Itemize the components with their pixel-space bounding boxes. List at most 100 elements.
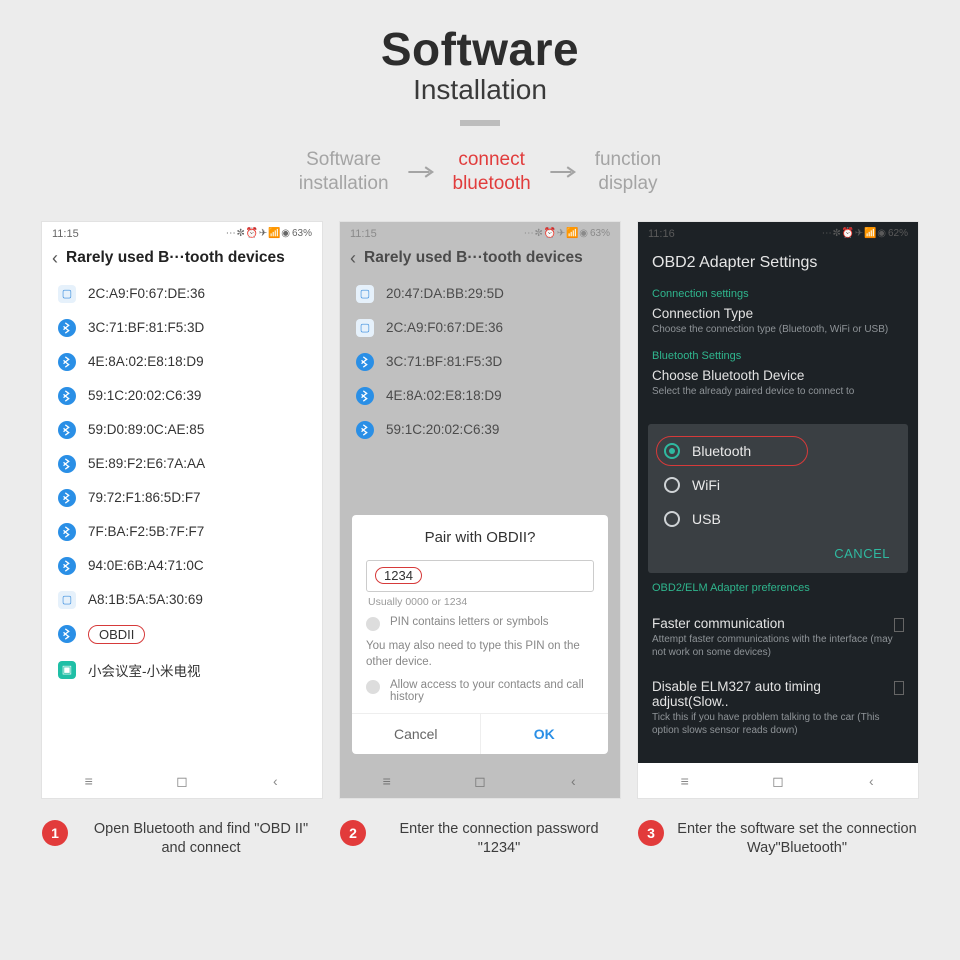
- radio-off-icon: [664, 477, 680, 493]
- ok-button[interactable]: OK: [481, 714, 609, 754]
- device-list: ▢2C:A9:F0:67:DE:36 3C:71:BF:81:F5:3D 4E:8A…: [42, 277, 322, 763]
- screen-title: Rarely used B···tooth devices: [364, 249, 583, 267]
- back-nav-icon[interactable]: ‹: [851, 773, 891, 789]
- android-nav: ≡ ◻ ‹: [340, 763, 620, 798]
- device-row[interactable]: 3C:71:BF:81:F5:3D: [340, 345, 620, 379]
- arrow-right-icon: [407, 164, 435, 180]
- device-name-highlight: OBDII: [88, 625, 145, 644]
- step-badge: 1: [42, 820, 68, 846]
- pref-faster-comm[interactable]: Faster communication Attempt faster comm…: [638, 604, 918, 667]
- device-name: 94:0E:6B:A4:71:0C: [88, 558, 204, 573]
- device-name: 7F:BA:F2:5B:7F:F7: [88, 524, 204, 539]
- clock: 11:16: [648, 228, 675, 240]
- screenshot-step-3: 11:16 ⋯ ✼ ⏰ ✈ 📶 ◉ 62% OBD2 Adapter Setti…: [638, 222, 918, 798]
- cancel-button[interactable]: CANCEL: [648, 536, 908, 573]
- device-row[interactable]: 4E:8A:02:E8:18:D9: [340, 379, 620, 413]
- device-name: 小会议室-小米电视: [88, 660, 201, 680]
- device-name: 59:D0:89:0C:AE:85: [88, 422, 204, 437]
- caption-step-1: 1 Open Bluetooth and find "OBD II" and c…: [42, 820, 322, 859]
- device-row[interactable]: ▣小会议室-小米电视: [42, 652, 322, 688]
- clock: 11:15: [52, 228, 79, 240]
- back-nav-icon[interactable]: ‹: [553, 773, 593, 789]
- device-row[interactable]: ▢ 20:47:DA:BB:29:5D: [340, 277, 620, 311]
- status-bar: 11:16 ⋯ ✼ ⏰ ✈ 📶 ◉ 62%: [638, 222, 918, 244]
- checkbox-icon[interactable]: [894, 618, 904, 632]
- option-bluetooth[interactable]: Bluetooth: [648, 434, 908, 468]
- breadcrumb-step-2: connect bluetooth: [453, 148, 531, 196]
- device-row[interactable]: 3C:71:BF:81:F5:3D: [42, 311, 322, 345]
- option-usb[interactable]: USB: [648, 502, 908, 536]
- device-row[interactable]: 7F:BA:F2:5B:7F:F7: [42, 515, 322, 549]
- status-icons: ⋯ ✼ ⏰ ✈ 📶 ◉ 63%: [524, 228, 610, 239]
- device-row[interactable]: 4E:8A:02:E8:18:D9: [42, 345, 322, 379]
- android-nav: ≡ ◻ ‹: [42, 763, 322, 798]
- device-row[interactable]: 59:D0:89:0C:AE:85: [42, 413, 322, 447]
- choose-bt-device[interactable]: Choose Bluetooth Device: [652, 368, 904, 383]
- radio-off-icon: [366, 680, 380, 694]
- bluetooth-icon: ▢: [356, 285, 374, 303]
- caption-text: Open Bluetooth and find "OBD II" and con…: [80, 820, 322, 859]
- device-row[interactable]: 59:1C:20:02:C6:39: [340, 413, 620, 447]
- screenshot-step-1: 11:15 ⋯ ✼ ⏰ ✈ 📶 ◉ 63% ‹ Rarely used B···…: [42, 222, 322, 798]
- breadcrumb: Software installation connect bluetooth …: [0, 148, 960, 196]
- recent-icon[interactable]: ≡: [69, 773, 109, 789]
- device-row[interactable]: 79:72:F1:86:5D:F7: [42, 481, 322, 515]
- option-wifi[interactable]: WiFi: [648, 468, 908, 502]
- bluetooth-icon: [356, 421, 374, 439]
- page-subtitle: Installation: [0, 74, 960, 106]
- dialog-title: Pair with OBDII?: [366, 529, 594, 546]
- section-preferences: OBD2/ELM Adapter preferences: [652, 582, 904, 594]
- recent-icon[interactable]: ≡: [665, 773, 705, 789]
- radio-on-icon: [664, 443, 680, 459]
- screen-title: Rarely used B···tooth devices: [66, 249, 285, 267]
- option-pin-letters[interactable]: PIN contains letters or symbols: [366, 616, 594, 631]
- home-icon[interactable]: ◻: [758, 773, 798, 790]
- home-icon[interactable]: ◻: [162, 773, 202, 790]
- device-name: 20:47:DA:BB:29:5D: [386, 286, 504, 301]
- device-row[interactable]: ▢A8:1B:5A:5A:30:69: [42, 583, 322, 617]
- device-name: 2C:A9:F0:67:DE:36: [386, 320, 503, 335]
- device-name: 3C:71:BF:81:F5:3D: [88, 320, 204, 335]
- back-nav-icon[interactable]: ‹: [255, 773, 295, 789]
- screenshot-step-2: 11:15 ⋯ ✼ ⏰ ✈ 📶 ◉ 63% ‹ Rarely used B···…: [340, 222, 620, 798]
- bluetooth-icon: [58, 489, 76, 507]
- connection-type-dialog: Bluetooth WiFi USB CANCEL: [648, 424, 908, 573]
- caption-step-3: 3 Enter the software set the connection …: [638, 820, 918, 859]
- cancel-button[interactable]: Cancel: [352, 714, 481, 754]
- device-row[interactable]: OBDII: [42, 617, 322, 652]
- arrow-right-icon: [549, 164, 577, 180]
- pref-disable-timing[interactable]: Disable ELM327 auto timing adjust(Slow..…: [638, 667, 918, 745]
- choose-bt-sub: Select the already paired device to conn…: [652, 385, 904, 398]
- device-row[interactable]: ▢2C:A9:F0:67:DE:36: [340, 311, 620, 345]
- bluetooth-icon: [356, 353, 374, 371]
- device-name: 3C:71:BF:81:F5:3D: [386, 354, 502, 369]
- pin-input[interactable]: 1234: [366, 560, 594, 592]
- checkbox-icon[interactable]: [894, 681, 904, 695]
- option-allow-contacts[interactable]: Allow access to your contacts and call h…: [366, 679, 594, 703]
- radio-off-icon: [366, 617, 380, 631]
- back-icon[interactable]: ‹: [350, 248, 356, 269]
- pin-hint: Usually 0000 or 1234: [368, 596, 592, 608]
- caption-text: Enter the connection password "1234": [378, 820, 620, 859]
- bluetooth-icon: ▢: [58, 591, 76, 609]
- connection-type[interactable]: Connection Type: [652, 306, 904, 321]
- home-icon[interactable]: ◻: [460, 773, 500, 790]
- step-badge: 2: [340, 820, 366, 846]
- radio-off-icon: [664, 511, 680, 527]
- clock: 11:15: [350, 228, 377, 240]
- status-icons: ⋯ ✼ ⏰ ✈ 📶 ◉ 62%: [822, 228, 908, 239]
- device-row[interactable]: 94:0E:6B:A4:71:0C: [42, 549, 322, 583]
- breadcrumb-step-3: function display: [595, 148, 662, 196]
- pin-value: 1234: [375, 567, 422, 584]
- recent-icon[interactable]: ≡: [367, 773, 407, 789]
- device-row[interactable]: 5E:89:F2:E6:7A:AA: [42, 447, 322, 481]
- device-name: 4E:8A:02:E8:18:D9: [386, 388, 502, 403]
- back-icon[interactable]: ‹: [52, 248, 58, 269]
- android-nav: ≡ ◻ ‹: [638, 763, 918, 798]
- status-bar: 11:15 ⋯ ✼ ⏰ ✈ 📶 ◉ 63%: [340, 222, 620, 244]
- breadcrumb-step-1: Software installation: [299, 148, 389, 196]
- device-row[interactable]: 59:1C:20:02:C6:39: [42, 379, 322, 413]
- section-connection: Connection settings: [652, 288, 904, 300]
- section-bluetooth: Bluetooth Settings: [652, 350, 904, 362]
- device-row[interactable]: ▢2C:A9:F0:67:DE:36: [42, 277, 322, 311]
